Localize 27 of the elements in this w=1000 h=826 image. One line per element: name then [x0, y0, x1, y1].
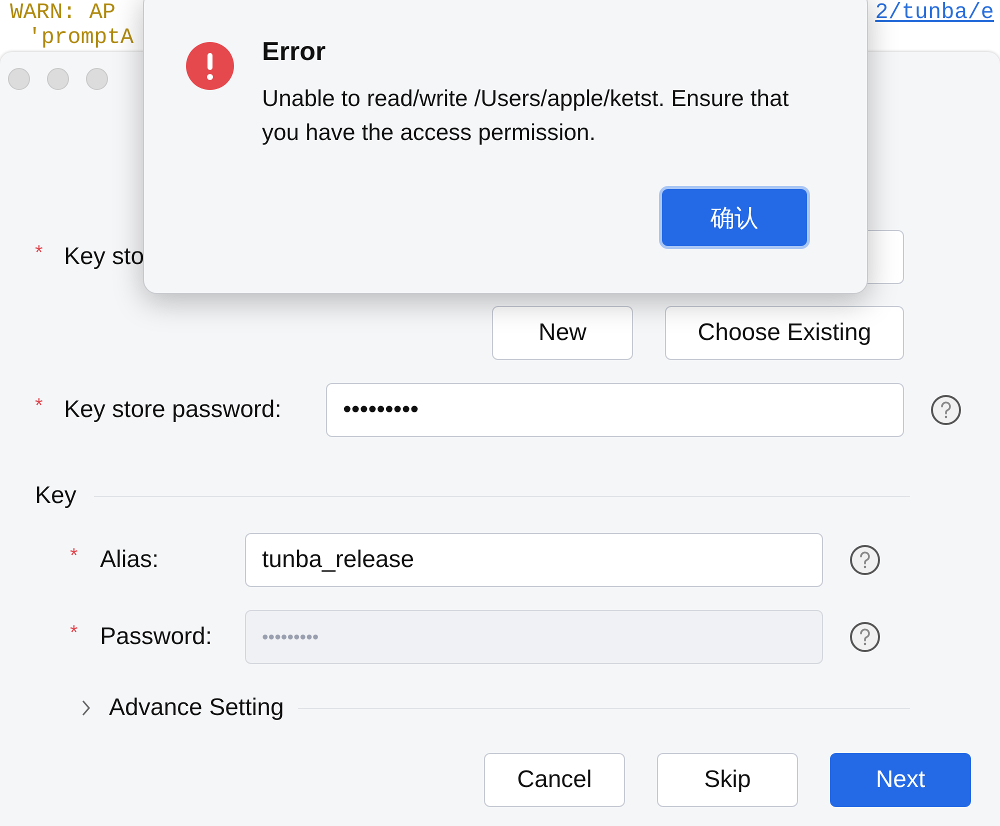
next-button[interactable]: Next: [830, 753, 971, 807]
input-field[interactable]: •••••••••: [326, 383, 904, 437]
required-mark: *: [35, 241, 44, 265]
alert-title: Error: [262, 36, 327, 67]
required-mark: *: [35, 394, 44, 418]
confirm-button[interactable]: 确认: [662, 189, 807, 246]
help-icon[interactable]: [849, 544, 881, 576]
terminal-link[interactable]: 2/tunba/e: [875, 0, 994, 25]
required-mark: *: [70, 621, 79, 645]
required-mark: *: [70, 544, 79, 568]
help-icon[interactable]: [930, 394, 962, 426]
field-label: Key sto: [64, 243, 146, 271]
button[interactable]: New: [492, 306, 633, 360]
button[interactable]: Cancel: [484, 753, 625, 807]
button[interactable]: Choose Existing: [665, 306, 904, 360]
section-title: Key: [35, 482, 76, 510]
input-field[interactable]: tunba_release: [245, 533, 823, 587]
field-label: Alias:: [100, 546, 160, 574]
terminal-text: WARN: AP: [10, 0, 116, 25]
alert-message: Unable to read/write /Users/apple/ketst. Ensure that you have the access permission.: [262, 84, 790, 147]
field-label: Key store password:: [64, 396, 282, 424]
terminal-text: 'promptA: [28, 25, 134, 50]
expander-label[interactable]: Advance Setting: [109, 694, 284, 722]
field-label: Password:: [100, 623, 214, 651]
error-icon: [186, 42, 234, 90]
button[interactable]: Skip: [657, 753, 798, 807]
chevron-right-icon[interactable]: [80, 698, 92, 718]
